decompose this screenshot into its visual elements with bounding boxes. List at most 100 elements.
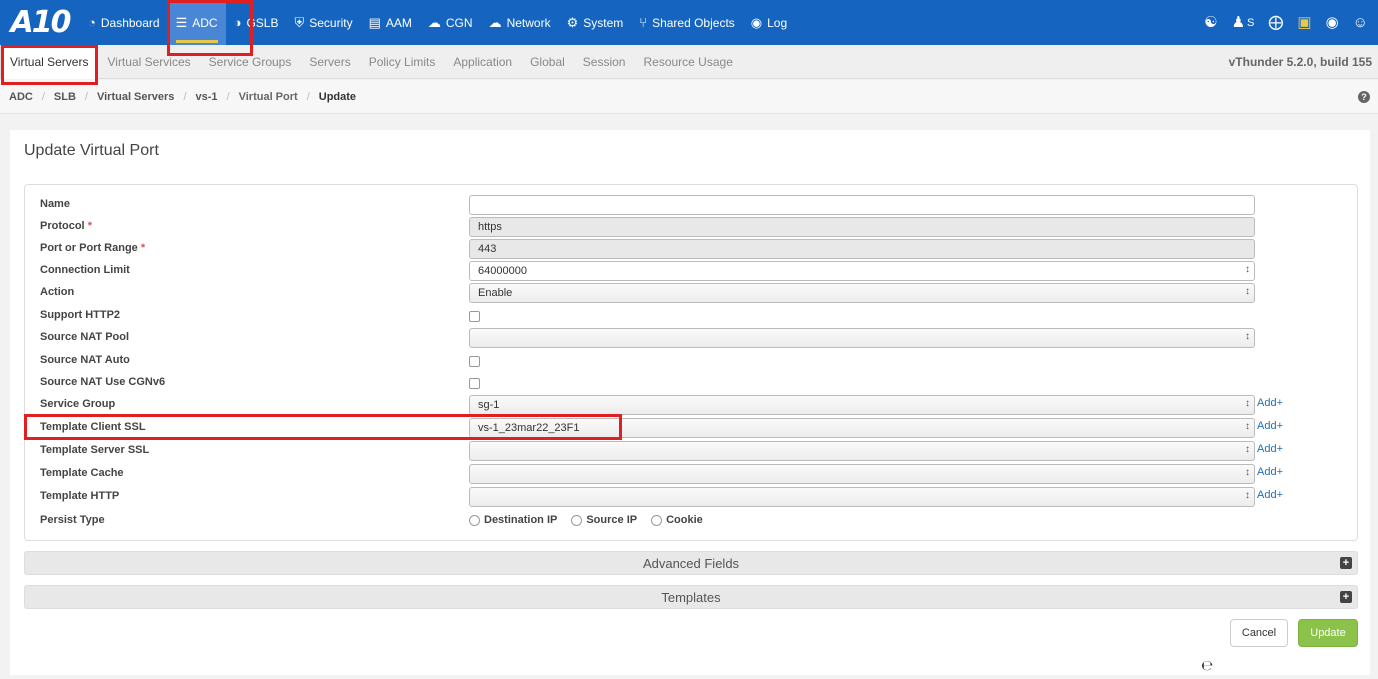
nav-gslb[interactable]: ◑ GSLB [226, 0, 287, 45]
lifebuoy-icon[interactable]: ⨁ [1268, 15, 1283, 30]
radio-button[interactable] [469, 514, 480, 526]
protocol-field: https [469, 217, 1255, 237]
persist-cookie-option[interactable]: Cookie [651, 514, 703, 526]
main-panel: Update Virtual Port Name Protocol * http… [10, 130, 1370, 675]
support-http2-label: Support HTTP2 [40, 309, 121, 321]
expand-plus-icon[interactable]: + [1340, 591, 1352, 603]
top-nav: A10 ◔ Dashboard ☰ ADC ◑ GSLB ⛨ Security ▤ AAM… [0, 0, 1378, 45]
cluster-icon[interactable]: ☯ [1204, 15, 1217, 30]
breadcrumb-adc[interactable]: ADC [9, 91, 33, 103]
connection-limit-label: Connection Limit [40, 264, 130, 276]
service-group-select[interactable]: sg-1 [469, 395, 1255, 415]
globe-icon: ◑ [233, 15, 242, 30]
row-template-cache: Template Cache Add+ [25, 464, 1357, 486]
service-group-label: Service Group [40, 398, 116, 410]
breadcrumb-vs-1[interactable]: vs-1 [196, 91, 218, 103]
tab-application[interactable]: Application [444, 45, 521, 79]
globe-icon[interactable]: ◉ [1326, 15, 1339, 30]
user-label: S [1247, 16, 1255, 29]
persist-source-ip-option[interactable]: Source IP [571, 514, 637, 526]
templates-section[interactable]: Templates + [24, 585, 1358, 609]
nav-shared-objects[interactable]: ⑂ Shared Objects [631, 0, 743, 45]
help-icon[interactable]: ? [1358, 90, 1370, 103]
advanced-fields-label: Advanced Fields [642, 555, 740, 571]
page-title: Update Virtual Port [24, 142, 159, 159]
breadcrumb-update: Update [318, 90, 357, 103]
template-cache-add-link[interactable]: Add+ [1257, 466, 1283, 478]
template-http-add-link[interactable]: Add+ [1257, 489, 1283, 501]
row-template-http: Template HTTP Add+ [25, 487, 1357, 509]
expand-plus-icon[interactable]: + [1340, 557, 1352, 569]
users-icon[interactable]: ♟ [1232, 15, 1245, 30]
breadcrumb-virtual-port[interactable]: Virtual Port [239, 91, 298, 103]
nav-log[interactable]: ◉ Log [743, 0, 795, 45]
nav-security[interactable]: ⛨ Security [286, 0, 360, 45]
template-cache-label: Template Cache [40, 467, 124, 479]
tab-service-groups[interactable]: Service Groups [200, 45, 301, 79]
port-label: Port or Port Range [40, 242, 138, 254]
sub-nav: Virtual Servers Virtual Services Service… [0, 44, 1378, 79]
source-nat-auto-checkbox[interactable] [469, 356, 480, 367]
virtual-port-form: Name Protocol * https Port or Port Range… [24, 184, 1358, 541]
template-client-ssl-select[interactable]: vs-1_23mar22_23F1 [469, 418, 1255, 438]
a10-logo[interactable]: A10 [0, 0, 80, 45]
tab-session[interactable]: Session [574, 45, 635, 79]
save-icon[interactable]: ▣ [1297, 15, 1311, 30]
nav-adc[interactable]: ☰ ADC [167, 0, 226, 45]
source-nat-pool-label: Source NAT Pool [40, 331, 130, 343]
port-field: 443 [469, 239, 1255, 259]
row-persist-type: Persist Type Destination IP Source IP Co… [25, 511, 1357, 533]
radio-button[interactable] [651, 514, 663, 526]
nav-cgn[interactable]: ☁ CGN [420, 0, 481, 45]
list-icon: ☰ [175, 15, 188, 30]
version-label: vThunder 5.2.0, build 155 [1228, 54, 1372, 69]
template-client-ssl-add-link[interactable]: Add+ [1257, 420, 1283, 432]
nav-network[interactable]: ☁ Network [481, 0, 559, 45]
row-protocol: Protocol * https [25, 217, 1357, 239]
tab-virtual-services[interactable]: Virtual Services [98, 45, 199, 79]
action-select[interactable]: Enable [469, 283, 1255, 303]
nav-right-tools: ☯ ♟ S ⨁ ▣ ◉ ☺ [1190, 15, 1378, 30]
persist-destination-ip-option[interactable]: Destination IP [469, 514, 557, 526]
tab-virtual-servers[interactable]: Virtual Servers [0, 44, 99, 79]
cloud-icon: ☁ [427, 15, 441, 30]
row-template-server-ssl: Template Server SSL Add+ [25, 441, 1357, 463]
name-input[interactable] [469, 195, 1255, 215]
template-http-label: Template HTTP [40, 490, 120, 502]
templates-label: Templates [661, 589, 721, 605]
connection-limit-input[interactable]: 64000000 [469, 261, 1255, 281]
tab-resource-usage[interactable]: Resource Usage [634, 45, 741, 79]
row-port: Port or Port Range * 443 [25, 239, 1357, 261]
update-button[interactable]: Update [1298, 619, 1358, 647]
user-account-icon[interactable]: ☺ [1353, 15, 1368, 30]
radio-button[interactable] [571, 514, 583, 526]
row-service-group: Service Group sg-1 Add+ [25, 395, 1357, 417]
nav-dashboard[interactable]: ◔ Dashboard [80, 0, 168, 45]
template-cache-select[interactable] [469, 464, 1255, 484]
advanced-fields-section[interactable]: Advanced Fields + [24, 551, 1358, 575]
nav-aam[interactable]: ▤ AAM [361, 0, 420, 45]
service-group-add-link[interactable]: Add+ [1257, 397, 1283, 409]
nav-system[interactable]: ⚙ System [559, 0, 632, 45]
row-template-client-ssl: Template Client SSL vs-1_23mar22_23F1 Ad… [25, 418, 1357, 440]
tab-policy-limits[interactable]: Policy Limits [360, 45, 445, 79]
row-name: Name [25, 195, 1357, 217]
template-http-select[interactable] [469, 487, 1255, 507]
template-server-ssl-select[interactable] [469, 441, 1255, 461]
source-nat-auto-label: Source NAT Auto [40, 354, 130, 366]
tab-global[interactable]: Global [521, 45, 574, 79]
tab-servers[interactable]: Servers [300, 45, 359, 79]
source-nat-pool-select[interactable] [469, 328, 1255, 348]
template-server-ssl-add-link[interactable]: Add+ [1257, 443, 1283, 455]
template-server-ssl-label: Template Server SSL [40, 444, 150, 456]
protocol-label: Protocol [40, 220, 85, 232]
persist-type-label: Persist Type [40, 514, 105, 526]
name-label: Name [40, 198, 70, 210]
text-cursor-icon: ℮ [1201, 658, 1213, 674]
support-http2-checkbox[interactable] [469, 311, 480, 322]
cancel-button[interactable]: Cancel [1230, 619, 1288, 647]
source-nat-cgnv6-checkbox[interactable] [469, 378, 480, 389]
id-card-icon: ▤ [368, 15, 381, 30]
breadcrumb-slb[interactable]: SLB [54, 91, 76, 103]
breadcrumb-virtual-servers[interactable]: Virtual Servers [97, 91, 174, 103]
